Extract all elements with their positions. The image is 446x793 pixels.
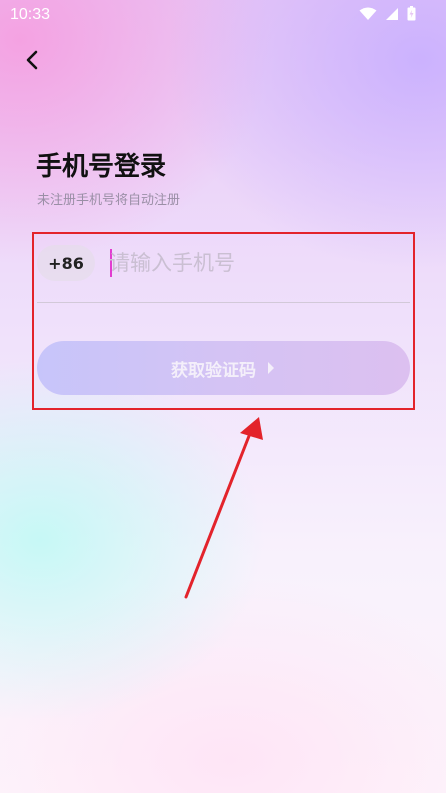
annotation-arrow-icon	[184, 417, 263, 599]
